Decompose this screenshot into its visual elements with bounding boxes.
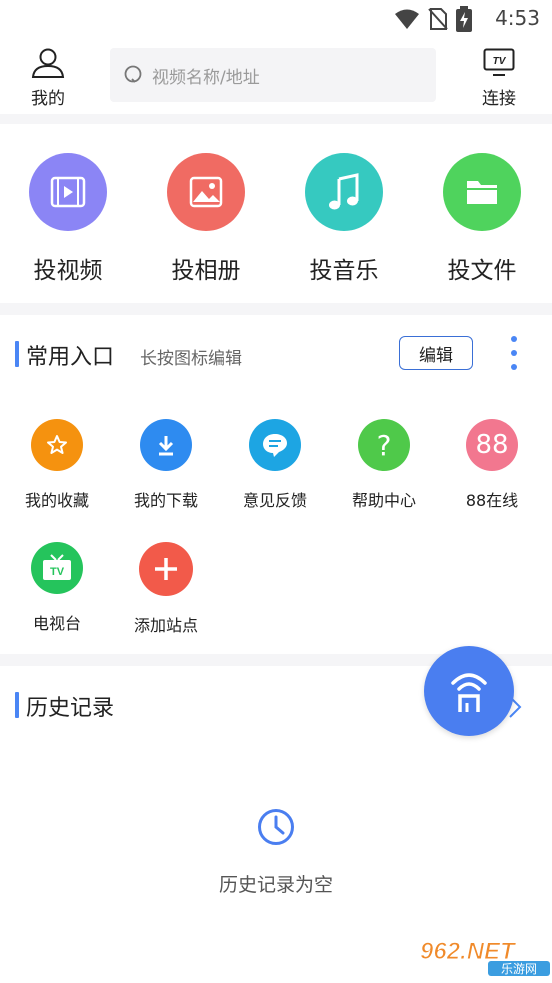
cast-music-circle (305, 153, 383, 231)
section-marker (15, 692, 19, 718)
add-site-circle (139, 542, 193, 596)
88-icon: 88 (466, 419, 518, 471)
help-icon: ? (358, 419, 410, 471)
star-icon (47, 435, 67, 454)
add-icon (155, 558, 177, 580)
dot (511, 364, 517, 370)
profile-button[interactable]: 我的 (20, 48, 76, 109)
tv-badge: TV (493, 56, 507, 67)
entry-label: 帮助中心 (351, 491, 416, 510)
connect-button[interactable]: TV 连接 (474, 48, 524, 109)
folder-icon (467, 181, 497, 204)
section-marker (15, 341, 19, 367)
wifi-icon (395, 9, 419, 29)
tv-icon: TV (483, 48, 515, 76)
entry-label: 我的收藏 (24, 491, 89, 510)
status-bar: 4:53 (0, 0, 552, 38)
dot (511, 336, 517, 342)
no-sim-icon (428, 8, 448, 30)
tv-station-icon: TV (43, 554, 71, 580)
search-placeholder: 视频名称/地址 (152, 67, 260, 88)
cast-music-button[interactable]: 投音乐 (294, 153, 394, 285)
cast-photo-label: 投相册 (171, 258, 241, 284)
search-input[interactable]: 视频名称/地址 (110, 48, 436, 102)
entry-add-site[interactable]: 添加站点 (116, 542, 216, 636)
history-title: 历史记录 (26, 696, 115, 721)
watermark-sub: 乐游网 (501, 962, 537, 976)
video-icon (50, 176, 86, 208)
cast-photo-circle (167, 153, 245, 231)
cast-video-circle (29, 153, 107, 231)
common-entries-hint: 长按图标编辑 (140, 349, 242, 369)
cast-file-label: 投文件 (447, 258, 517, 284)
entry-label: 88在线 (465, 491, 519, 510)
status-time: 4:53 (495, 6, 540, 30)
floating-cast-button[interactable] (424, 646, 514, 736)
battery-icon (456, 6, 472, 32)
cast-video-label: 投视频 (33, 258, 103, 284)
entry-tv-station[interactable]: TV 电视台 (7, 542, 107, 634)
download-icon (158, 436, 174, 456)
downloads-circle (140, 419, 192, 471)
entry-favorites[interactable]: 我的收藏 (7, 419, 107, 511)
divider (0, 114, 552, 124)
status-icons (394, 6, 472, 32)
entry-help[interactable]: ? 帮助中心 (334, 419, 434, 511)
entry-88-online[interactable]: 88 88在线 (442, 419, 542, 511)
tv-station-circle: TV (31, 542, 83, 594)
watermark-text: 962.NET (420, 938, 517, 965)
feedback-icon (263, 434, 287, 457)
profile-label: 我的 (31, 89, 65, 109)
photo-icon (189, 176, 223, 208)
music-icon (329, 173, 359, 210)
search-icon (124, 65, 142, 83)
cast-photo-button[interactable]: 投相册 (156, 153, 256, 285)
favorites-circle (31, 419, 83, 471)
cast-video-button[interactable]: 投视频 (18, 153, 118, 285)
edit-button[interactable]: 编辑 (399, 336, 473, 370)
connect-label: 连接 (482, 89, 516, 109)
cast-file-button[interactable]: 投文件 (432, 153, 532, 285)
user-icon (31, 48, 65, 78)
cast-wifi-icon (451, 673, 487, 712)
history-empty-text: 历史记录为空 (218, 874, 333, 896)
site-watermark-logo: 962.NET 乐游网 (420, 938, 550, 976)
cast-music-label: 投音乐 (309, 258, 379, 284)
entry-label: 我的下载 (133, 491, 198, 510)
more-menu-icon[interactable] (506, 336, 522, 374)
entry-label: 电视台 (32, 614, 81, 633)
entry-label: 添加站点 (133, 616, 198, 635)
dot (511, 350, 517, 356)
clock-icon (258, 809, 294, 845)
divider (0, 303, 552, 315)
entry-label: 意见反馈 (242, 491, 307, 510)
tv-station-glyph: TV (50, 566, 65, 578)
entry-feedback[interactable]: 意见反馈 (225, 419, 325, 511)
feedback-circle (249, 419, 301, 471)
entry-downloads[interactable]: 我的下载 (116, 419, 216, 511)
common-entries-title: 常用入口 (26, 345, 115, 370)
cast-file-circle (443, 153, 521, 231)
